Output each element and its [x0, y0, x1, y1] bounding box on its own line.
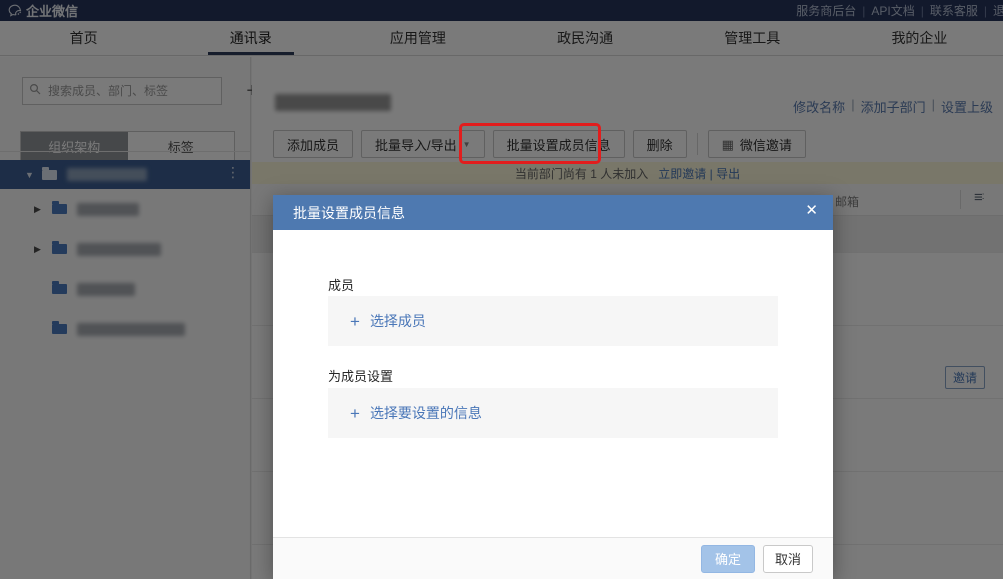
select-member-area[interactable]: + 选择成员	[328, 296, 778, 346]
app-root: 企业微信 服务商后台 | API文档 | 联系客服 | 退出 首页 通讯录 应用…	[0, 0, 1003, 579]
set-section-label: 为成员设置	[328, 366, 393, 385]
select-info-area[interactable]: + 选择要设置的信息	[328, 388, 778, 438]
plus-icon: +	[350, 313, 360, 330]
select-member-link[interactable]: 选择成员	[370, 311, 426, 331]
cancel-button[interactable]: 取消	[763, 545, 813, 573]
plus-icon: +	[350, 405, 360, 422]
select-info-link[interactable]: 选择要设置的信息	[370, 403, 482, 423]
dialog-footer: 确定 取消	[273, 537, 833, 579]
dialog-body: 成员 + 选择成员 为成员设置 + 选择要设置的信息	[273, 230, 833, 537]
dialog-title: 批量设置成员信息	[293, 203, 405, 223]
close-icon[interactable]: ✕	[805, 203, 818, 218]
dialog-header: 批量设置成员信息 ✕	[273, 195, 833, 230]
batch-set-member-info-dialog: 批量设置成员信息 ✕ 成员 + 选择成员 为成员设置 + 选择要设置的信息 确定…	[273, 195, 833, 579]
confirm-button[interactable]: 确定	[701, 545, 755, 573]
member-section-label: 成员	[328, 275, 354, 294]
